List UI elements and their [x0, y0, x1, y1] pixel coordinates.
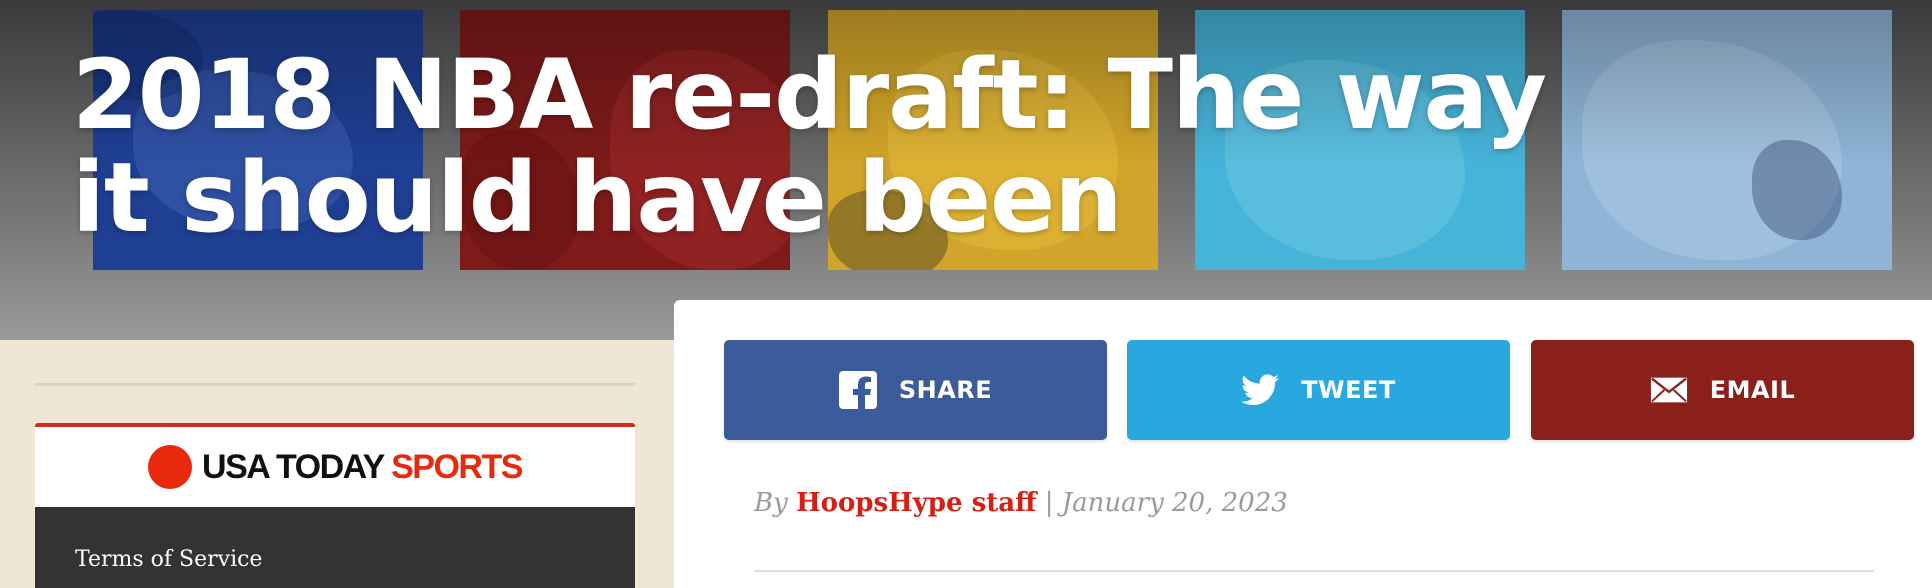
sidebar: USA TODAY SPORTS Terms of Service — [0, 340, 672, 588]
twitter-tweet-button[interactable]: TWEET — [1127, 340, 1510, 440]
hero-banner: 2018 NBA re-draft: The way it should hav… — [0, 0, 1932, 340]
facebook-icon — [838, 371, 877, 409]
logo-main-text: USA TODAY — [202, 447, 385, 486]
email-share-button[interactable]: EMAIL — [1531, 340, 1914, 440]
logo-text: USA TODAY SPORTS — [202, 447, 523, 487]
article-content: SHARE TWEET EMAIL By HoopsHype staff | J… — [674, 300, 1932, 588]
sidebar-footer: Terms of Service — [35, 507, 635, 588]
twitter-icon — [1241, 371, 1280, 409]
content-divider — [754, 570, 1874, 572]
email-share-label: EMAIL — [1709, 376, 1796, 404]
envelope-icon — [1650, 371, 1688, 409]
terms-of-service-link[interactable]: Terms of Service — [75, 547, 262, 572]
author-link[interactable]: HoopsHype staff — [796, 488, 1036, 518]
usa-today-dot-icon — [148, 445, 193, 489]
facebook-share-label: SHARE — [898, 376, 993, 404]
publish-date: January 20, 2023 — [1061, 488, 1288, 518]
article-title: 2018 NBA re-draft: The way it should hav… — [72, 39, 1547, 254]
byline-prefix: By — [754, 488, 788, 518]
usa-today-sports-card: USA TODAY SPORTS Terms of Service — [35, 423, 635, 588]
logo-accent-text: SPORTS — [391, 447, 523, 486]
facebook-share-button[interactable]: SHARE — [724, 340, 1107, 440]
usa-today-sports-logo[interactable]: USA TODAY SPORTS — [35, 427, 635, 507]
sidebar-divider — [35, 383, 635, 386]
byline: By HoopsHype staff | January 20, 2023 — [754, 488, 1288, 518]
twitter-tweet-label: TWEET — [1301, 376, 1396, 404]
byline-separator: | — [1044, 488, 1054, 518]
